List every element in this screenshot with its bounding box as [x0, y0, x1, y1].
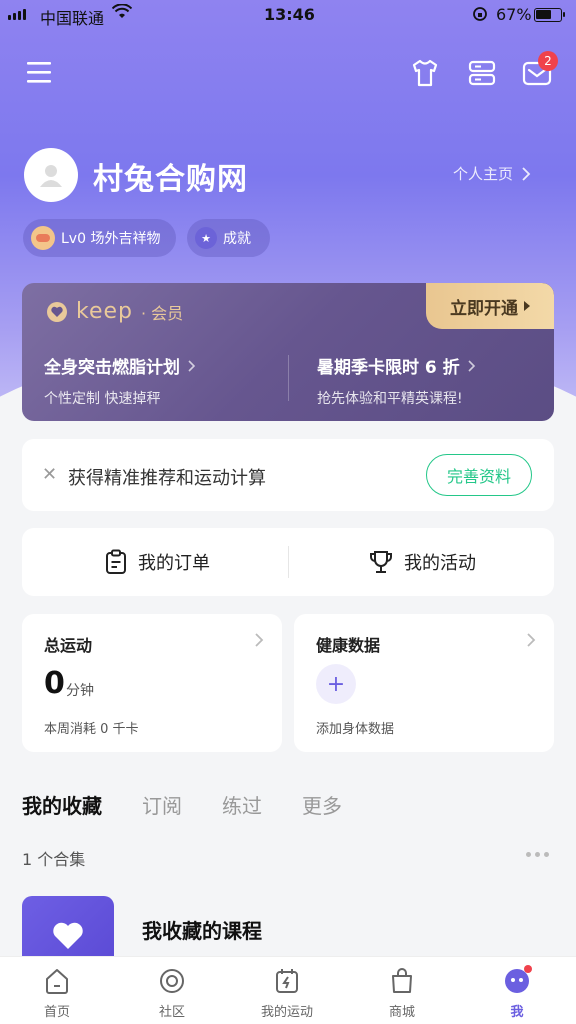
- card-title: 总运动: [44, 636, 93, 655]
- devices-icon[interactable]: [467, 58, 497, 92]
- my-activities-button[interactable]: 我的活动: [368, 549, 476, 575]
- status-bar: 中国联通 13:46 67%: [0, 0, 576, 30]
- my-orders-label: 我的订单: [138, 553, 210, 574]
- health-data-card[interactable]: 健康数据 + 添加身体数据: [294, 614, 554, 752]
- tab-practiced[interactable]: 练过: [222, 790, 262, 819]
- my-orders-button[interactable]: 我的订单: [104, 549, 210, 575]
- offer-subtitle: 个性定制 快速掉秤: [44, 391, 161, 407]
- heart-icon: [53, 922, 83, 949]
- complete-profile-banner: ✕ 获得精准推荐和运动计算 完善资料: [22, 439, 554, 511]
- chevron-right-icon: [527, 633, 536, 647]
- divider: [288, 546, 289, 578]
- avatar[interactable]: [24, 148, 78, 202]
- username: 村兔合购网: [93, 162, 248, 197]
- community-icon: [160, 969, 184, 993]
- keep-member-logo: keep · 会员: [46, 299, 183, 324]
- collection-count: 1 个合集: [22, 850, 86, 869]
- chevron-right-icon: [468, 359, 475, 372]
- carrier-label: 中国联通: [40, 9, 105, 28]
- chevron-right-icon: [188, 359, 196, 372]
- home-icon: [46, 969, 68, 994]
- level-badge[interactable]: Lv0 场外吉祥物: [23, 219, 176, 257]
- play-arrow-icon: [524, 301, 530, 311]
- tab-label: 我的运动: [260, 1005, 313, 1020]
- tab-my-favorites[interactable]: 我的收藏: [22, 790, 102, 819]
- total-sport-card[interactable]: 总运动 0 分钟 本周消耗 0 千卡: [22, 614, 282, 752]
- tab-mall[interactable]: 商城: [357, 965, 447, 1020]
- signal-icon: [8, 9, 26, 20]
- bottom-tab-bar: 首页 社区 我的运动 商城 我: [0, 956, 576, 1024]
- complete-profile-button[interactable]: 完善资料: [426, 454, 532, 496]
- mascot-icon: [31, 226, 55, 250]
- tab-label: 商城: [388, 1005, 415, 1020]
- offer-title: 暑期季卡限时 6 折: [317, 358, 460, 378]
- chevron-right-icon: [522, 166, 531, 181]
- calendar-bolt-icon: [276, 969, 298, 993]
- quick-links: 我的订单 我的活动: [22, 528, 554, 596]
- add-body-data-button[interactable]: +: [316, 664, 356, 704]
- medal-icon: ★: [195, 227, 217, 249]
- my-activities-label: 我的活动: [404, 553, 476, 574]
- achievements-button[interactable]: ★ 成就: [187, 219, 270, 257]
- battery-percent: 67%: [496, 5, 532, 24]
- offer-summer-card[interactable]: 暑期季卡限时 6 折 抢先体验和平精英课程!: [317, 353, 476, 408]
- join-membership-button[interactable]: 立即开通: [426, 283, 554, 329]
- user-placeholder-icon: [40, 165, 62, 187]
- battery-icon: [534, 8, 565, 22]
- homepage-link-label: 个人主页: [453, 165, 514, 183]
- tab-my-sport[interactable]: 我的运动: [242, 965, 332, 1020]
- tab-community[interactable]: 社区: [127, 965, 217, 1020]
- profile-tip-text: 获得精准推荐和运动计算: [68, 468, 266, 489]
- chevron-right-icon: [255, 633, 264, 647]
- more-options-icon[interactable]: [526, 852, 549, 857]
- close-icon[interactable]: ✕: [42, 464, 57, 485]
- card-title: 健康数据: [316, 636, 381, 655]
- weekly-calories: 本周消耗 0 千卡: [44, 722, 139, 737]
- join-button-label: 立即开通: [450, 298, 518, 319]
- wardrobe-shirt-icon[interactable]: [410, 58, 440, 92]
- tab-home[interactable]: 首页: [12, 965, 102, 1020]
- add-body-data-label: 添加身体数据: [316, 722, 395, 737]
- divider: [288, 355, 289, 401]
- favorites-tabs: 我的收藏 订阅 练过 更多: [22, 790, 342, 819]
- sport-minutes-unit: 分钟: [66, 683, 94, 699]
- sport-minutes-value: 0: [44, 666, 65, 701]
- heart-badge-icon: [47, 301, 67, 322]
- trophy-icon: [370, 551, 392, 573]
- tab-more[interactable]: 更多: [302, 790, 342, 819]
- notification-badge: 2: [538, 51, 558, 71]
- clipboard-icon: [106, 549, 126, 574]
- offer-title: 全身突击燃脂计划: [44, 358, 180, 378]
- tab-label: 社区: [158, 1005, 185, 1020]
- brand-name: keep: [76, 299, 133, 324]
- collection-title[interactable]: 我收藏的课程: [142, 915, 262, 944]
- level-label: Lv0 场外吉祥物: [61, 231, 161, 247]
- achievements-label: 成就: [223, 231, 251, 247]
- tab-me[interactable]: 我: [472, 965, 562, 1020]
- shopping-bag-icon: [392, 968, 412, 993]
- menu-icon[interactable]: [27, 60, 51, 84]
- wifi-icon: [111, 3, 133, 24]
- personal-homepage-link[interactable]: 个人主页: [453, 163, 531, 184]
- clock: 13:46: [264, 5, 315, 24]
- tab-label: 我: [510, 1005, 524, 1020]
- membership-card[interactable]: keep · 会员 立即开通 全身突击燃脂计划 个性定制 快速掉秤 暑期季卡限时…: [22, 283, 554, 421]
- tab-subscriptions[interactable]: 订阅: [142, 790, 182, 819]
- rotation-lock-icon: [472, 6, 488, 26]
- offer-subtitle: 抢先体验和平精英课程!: [317, 391, 463, 407]
- offer-fat-burn-plan[interactable]: 全身突击燃脂计划 个性定制 快速掉秤: [44, 353, 196, 408]
- notification-dot: [524, 965, 532, 973]
- tab-label: 首页: [43, 1005, 70, 1020]
- brand-suffix: · 会员: [141, 303, 184, 323]
